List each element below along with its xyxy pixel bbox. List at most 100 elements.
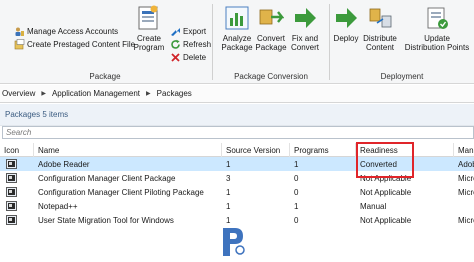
breadcrumb-separator-icon: ▶ xyxy=(41,91,46,97)
cell-programs: 1 xyxy=(294,201,299,211)
distribute-content-icon xyxy=(366,4,394,32)
prestaged-file-icon xyxy=(14,39,25,50)
table-row[interactable]: Configuration Manager Client Package 3 0… xyxy=(0,171,474,185)
table-header: Icon Name Source Version Programs Readin… xyxy=(0,143,474,157)
table-row[interactable]: User State Migration Tool for Windows 1 … xyxy=(0,213,474,227)
cell-manufacturer: Micro xyxy=(458,173,474,183)
refresh-label: Refresh xyxy=(183,40,212,49)
column-header-name[interactable]: Name xyxy=(34,143,222,157)
cell-readiness: Not Applicable xyxy=(360,173,412,183)
breadcrumb-packages[interactable]: Packages xyxy=(157,89,192,98)
fix-convert-arrow-icon xyxy=(291,4,319,32)
column-header-manufacturer[interactable]: Manu xyxy=(454,143,474,157)
refresh-button[interactable]: Refresh xyxy=(170,38,211,51)
table-row[interactable]: Adobe Reader 1 1 Converted Adob xyxy=(0,157,474,171)
package-icon xyxy=(0,185,34,199)
cell-source-version: 1 xyxy=(226,187,231,197)
column-header-source-version[interactable]: Source Version xyxy=(222,143,290,157)
cell-readiness: Not Applicable xyxy=(360,215,412,225)
cell-programs: 0 xyxy=(294,187,299,197)
deployment-group: Deploy Distribute Content Update Distrib… xyxy=(330,0,474,84)
delete-button[interactable]: Delete xyxy=(170,51,206,64)
convert-package-label-2: Package xyxy=(255,43,287,52)
export-arrow-icon xyxy=(170,26,181,37)
ribbon-separator xyxy=(212,4,213,80)
package-icon xyxy=(0,199,34,213)
refresh-icon xyxy=(170,39,181,50)
distribute-content-label-1: Distribute xyxy=(363,34,397,43)
create-program-button[interactable]: Create Program xyxy=(134,4,164,52)
cell-source-version: 1 xyxy=(226,215,231,225)
fix-and-convert-label-1: Fix and xyxy=(291,34,319,43)
search-input[interactable] xyxy=(2,126,474,139)
distribute-content-label-2: Content xyxy=(365,43,395,52)
update-distribution-icon xyxy=(423,4,451,32)
column-header-readiness[interactable]: Readiness xyxy=(356,143,454,157)
package-group-label: Package xyxy=(89,72,121,81)
deploy-label: Deploy xyxy=(333,34,359,43)
export-label: Export xyxy=(183,27,207,36)
table-row[interactable]: Notepad++ 1 1 Manual xyxy=(0,199,474,213)
cell-manufacturer: Adob xyxy=(458,159,474,169)
manage-access-accounts-button[interactable]: Manage Access Accounts xyxy=(14,25,118,38)
list-header: Packages 5 items xyxy=(0,104,474,126)
create-program-icon xyxy=(135,4,163,32)
cell-manufacturer xyxy=(454,199,474,213)
convert-package-label-1: Convert xyxy=(256,34,285,43)
key-users-icon xyxy=(14,26,25,37)
update-distribution-label-2: Distribution Points xyxy=(404,43,470,52)
analyze-chart-icon xyxy=(223,4,251,32)
package-icon xyxy=(0,157,34,171)
fix-and-convert-button[interactable]: Fix and Convert xyxy=(288,4,322,52)
cell-readiness: Manual xyxy=(360,201,387,211)
breadcrumb-overview[interactable]: Overview xyxy=(2,89,35,98)
watermark-logo-icon xyxy=(219,226,247,258)
deploy-button[interactable]: Deploy xyxy=(331,4,361,43)
create-program-label-2: Program xyxy=(133,43,165,52)
package-conversion-group-label: Package Conversion xyxy=(234,72,308,81)
breadcrumb-separator-icon: ▶ xyxy=(146,91,151,97)
create-prestaged-content-label: Create Prestaged Content File xyxy=(27,40,136,49)
package-icon xyxy=(0,171,34,185)
column-header-icon[interactable]: Icon xyxy=(0,143,34,157)
cell-name: User State Migration Tool for Windows xyxy=(38,215,174,225)
breadcrumb: Overview ▶ Application Management ▶ Pack… xyxy=(0,85,474,103)
cell-manufacturer: Micro xyxy=(458,215,474,225)
create-program-label-1: Create xyxy=(136,34,161,43)
manage-access-accounts-label: Manage Access Accounts xyxy=(27,27,119,36)
deploy-arrow-icon xyxy=(332,4,360,32)
distribute-content-button[interactable]: Distribute Content xyxy=(360,4,400,52)
delete-x-icon xyxy=(170,52,181,63)
create-prestaged-content-button[interactable]: Create Prestaged Content File xyxy=(14,38,135,51)
cell-readiness: Not Applicable xyxy=(360,187,412,197)
analyze-package-button[interactable]: Analyze Package xyxy=(220,4,254,52)
cell-readiness: Converted xyxy=(360,159,397,169)
package-group: Manage Access Accounts Create Prestaged … xyxy=(0,0,211,84)
package-icon xyxy=(0,213,34,227)
analyze-package-label-1: Analyze xyxy=(222,34,252,43)
fix-and-convert-label-2: Convert xyxy=(290,43,319,52)
packages-count: Packages 5 items xyxy=(5,110,69,119)
ribbon: Manage Access Accounts Create Prestaged … xyxy=(0,0,474,84)
breadcrumb-application-management[interactable]: Application Management xyxy=(52,89,140,98)
cell-source-version: 1 xyxy=(226,201,231,211)
update-distribution-points-button[interactable]: Update Distribution Points xyxy=(402,4,472,52)
cell-name: Notepad++ xyxy=(38,201,78,211)
cell-source-version: 3 xyxy=(226,173,231,183)
convert-package-icon xyxy=(257,4,285,32)
delete-label: Delete xyxy=(183,53,207,62)
export-button[interactable]: Export xyxy=(170,25,206,38)
packages-table: Icon Name Source Version Programs Readin… xyxy=(0,143,474,227)
deployment-group-label: Deployment xyxy=(380,72,424,81)
cell-name: Adobe Reader xyxy=(38,159,90,169)
cell-programs: 1 xyxy=(294,159,299,169)
analyze-package-label-2: Package xyxy=(221,43,253,52)
cell-programs: 0 xyxy=(294,173,299,183)
column-header-programs[interactable]: Programs xyxy=(290,143,356,157)
cell-name: Configuration Manager Client Package xyxy=(38,173,176,183)
table-row[interactable]: Configuration Manager Client Piloting Pa… xyxy=(0,185,474,199)
cell-manufacturer: Micro xyxy=(458,187,474,197)
convert-package-button[interactable]: Convert Package xyxy=(254,4,288,52)
cell-name: Configuration Manager Client Piloting Pa… xyxy=(38,187,204,197)
update-distribution-label-1: Update xyxy=(424,34,450,43)
